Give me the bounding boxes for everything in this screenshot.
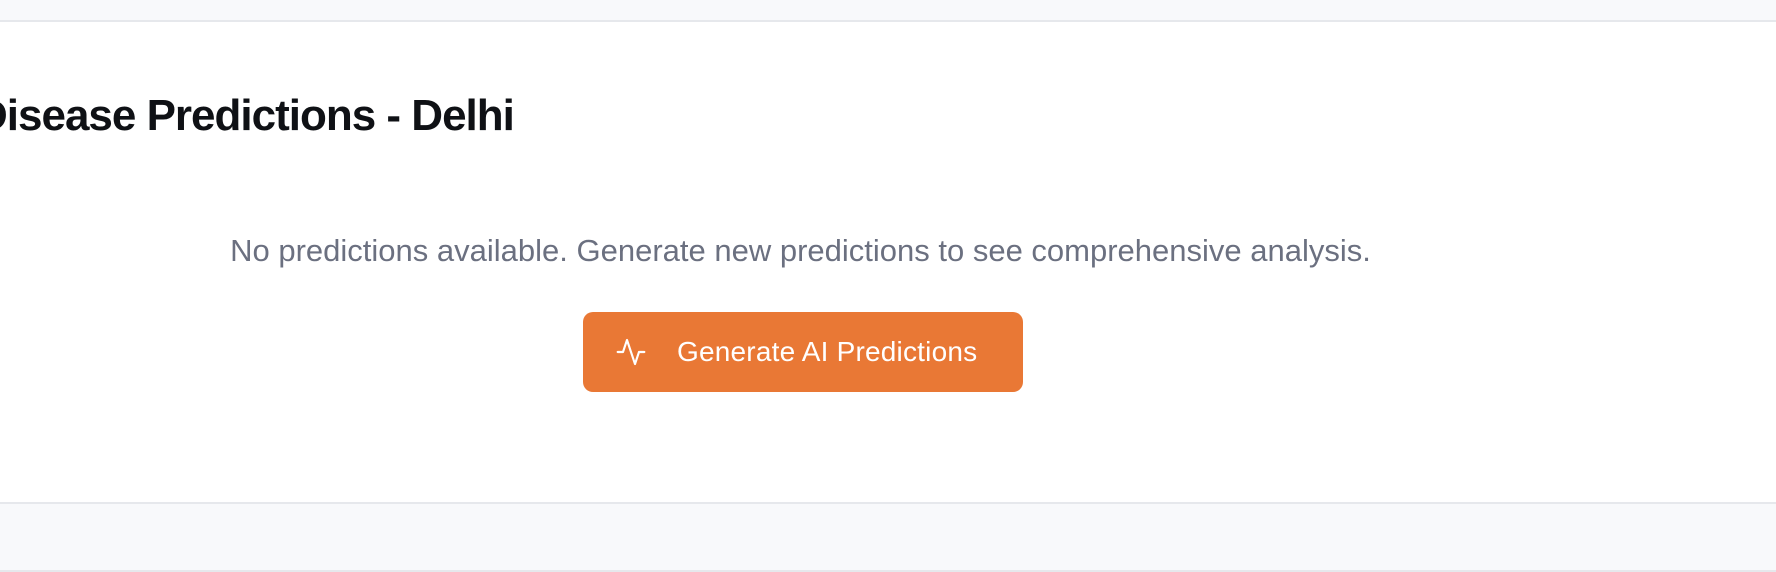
card-title: Disease Predictions - Delhi	[0, 91, 515, 140]
generate-ai-predictions-button[interactable]: Generate AI Predictions	[583, 312, 1023, 392]
empty-state: No predictions available. Generate new p…	[0, 232, 1625, 270]
predictions-card: Disease Predictions - Delhi No predictio…	[0, 22, 1776, 504]
top-header-strip	[0, 0, 1776, 22]
generate-button-label: Generate AI Predictions	[677, 336, 978, 367]
page: Disease Predictions - Delhi No predictio…	[0, 0, 1776, 572]
empty-state-message: No predictions available. Generate new p…	[230, 233, 1371, 268]
bottom-strip	[0, 504, 1776, 572]
activity-icon	[615, 336, 647, 368]
